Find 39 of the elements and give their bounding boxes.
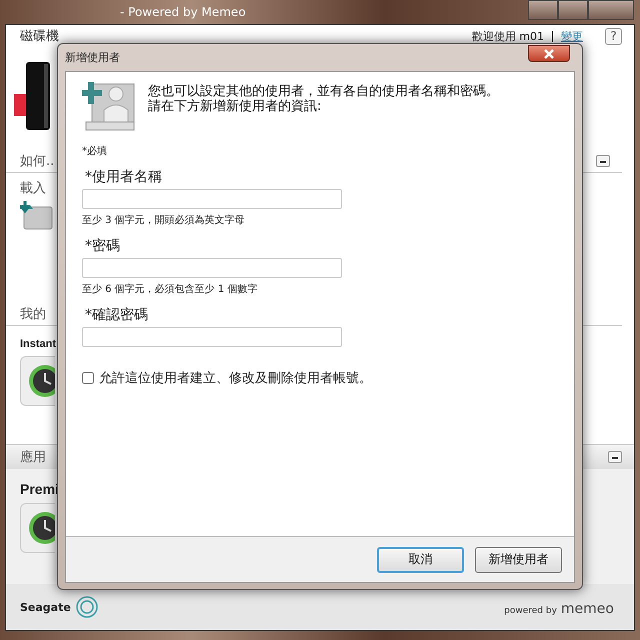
close-icon xyxy=(543,48,555,58)
input-field[interactable] xyxy=(82,327,342,347)
collapse-button[interactable] xyxy=(596,155,610,167)
window-title: - Powered by Memeo xyxy=(120,5,246,19)
field-label: *密碼 xyxy=(85,237,121,255)
dialog-button[interactable]: 新增使用者 xyxy=(475,546,562,572)
logo-icon xyxy=(74,595,99,619)
section-title: 應用 xyxy=(20,449,46,466)
required-note: *必填 xyxy=(82,144,108,158)
memeo-logo: memeo xyxy=(560,600,614,616)
folder-icon[interactable] xyxy=(18,201,54,231)
app-name: Instant xyxy=(20,338,56,350)
section-title: 如何.. xyxy=(20,153,54,170)
section-title: 我的 xyxy=(20,306,46,323)
app-tile[interactable] xyxy=(20,503,55,553)
app-tile[interactable] xyxy=(20,356,55,406)
help-button[interactable]: ? xyxy=(605,28,622,44)
field-hint: 至少 6 個字元，必須包含至少 1 個數字 xyxy=(82,282,258,296)
intro-text: 請在下方新增新使用者的資訊: xyxy=(148,99,322,114)
field-label: *使用者名稱 xyxy=(85,168,163,186)
checkbox-label: 允許這位使用者建立、修改及刪除使用者帳號。 xyxy=(99,370,372,387)
change-link[interactable]: 變更 xyxy=(561,28,583,44)
permission-checkbox[interactable] xyxy=(82,372,94,384)
dialog-button[interactable]: 取消 xyxy=(377,546,464,572)
section-item: 載入 xyxy=(20,180,46,197)
minimize-button[interactable] xyxy=(528,0,558,20)
brand-name: Seagate xyxy=(20,600,71,614)
input-field[interactable] xyxy=(82,189,342,209)
close-button[interactable] xyxy=(528,45,570,62)
dialog-title: 新增使用者 xyxy=(65,50,120,64)
input-field[interactable] xyxy=(82,258,342,278)
maximize-button[interactable] xyxy=(558,0,588,20)
field-hint: 至少 3 個字元，開頭必須為英文字母 xyxy=(82,214,246,227)
collapse-button[interactable] xyxy=(608,451,622,463)
powered-by-text: powered by xyxy=(504,606,557,616)
welcome-text: 歡迎使用 m01 xyxy=(472,28,544,44)
intro-text: 您也可以設定其他的使用者，並有各自的使用者名稱和密碼。 xyxy=(148,84,499,99)
page-title: 磁碟機 xyxy=(20,28,59,45)
field-label: *確認密碼 xyxy=(85,306,149,324)
